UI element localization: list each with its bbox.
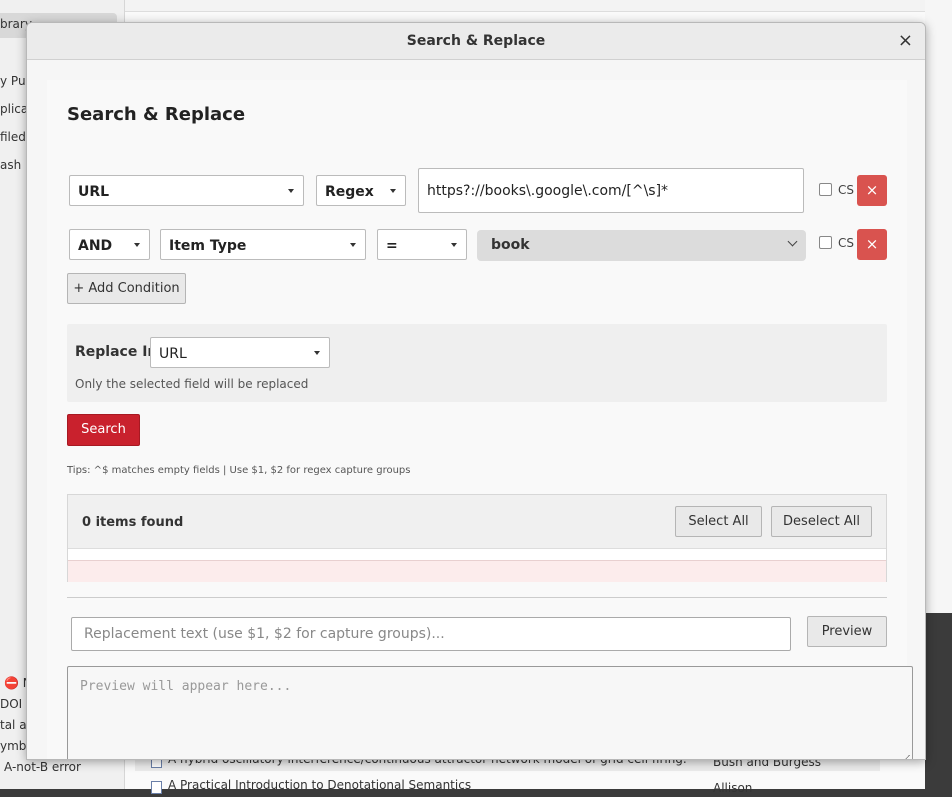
dialog-title: Search & Replace — [406, 33, 546, 49]
caret-down-icon — [451, 243, 457, 247]
checkbox-icon — [819, 236, 832, 249]
background-right-strip — [925, 0, 952, 613]
condition-2-field-select[interactable]: Item Type — [160, 229, 366, 260]
condition-2-value-select[interactable]: book — [477, 230, 806, 261]
stop-icon: ⛔ — [4, 676, 19, 690]
document-icon — [151, 781, 162, 794]
dialog-titlebar: Search & Replace × — [27, 23, 925, 60]
condition-2-logic-select[interactable]: AND — [69, 229, 150, 260]
dialog-content: Search & Replace URL Regex https?://book… — [47, 80, 913, 759]
checkbox-icon — [819, 183, 832, 196]
results-empty-row — [68, 560, 886, 582]
condition-1-field-select[interactable]: URL — [69, 175, 304, 206]
sidebar-item[interactable]: filed — [0, 130, 26, 144]
background-column-header — [125, 0, 925, 12]
table-row[interactable]: A Practical Introduction to Denotational… — [135, 775, 880, 797]
tips-text: Tips: ^$ matches empty fields | Use $1, … — [67, 465, 411, 476]
close-icon[interactable]: × — [898, 30, 913, 51]
caret-down-icon — [288, 189, 294, 193]
caret-down-icon — [314, 351, 320, 355]
caret-down-icon — [390, 189, 396, 193]
condition-2-remove-button[interactable]: × — [857, 229, 887, 260]
preview-button[interactable]: Preview — [807, 616, 887, 647]
replace-in-field-select[interactable]: URL — [150, 337, 330, 368]
replace-in-section: Replace In: URL Only the selected field … — [67, 324, 887, 402]
results-list — [68, 548, 886, 560]
results-count: 0 items found — [82, 515, 184, 530]
condition-2-operator-select[interactable]: = — [377, 229, 467, 260]
chevron-down-icon — [787, 236, 798, 247]
search-button[interactable]: Search — [67, 414, 140, 446]
preview-textarea[interactable]: Preview will appear here... — [67, 666, 913, 759]
condition-1-remove-button[interactable]: × — [857, 175, 887, 206]
sidebar-item[interactable]: plica — [0, 102, 28, 116]
condition-2-case-sensitive-checkbox[interactable]: CS — [819, 236, 854, 250]
replacement-text-input[interactable]: Replacement text (use $1, $2 for capture… — [71, 617, 791, 651]
condition-1-value-input[interactable]: https?://books\.google\.com/[^\s]* — [418, 168, 804, 213]
deselect-all-button[interactable]: Deselect All — [771, 506, 872, 537]
sidebar-item[interactable]: ash — [0, 158, 21, 172]
search-replace-dialog: Search & Replace × Search & Replace URL … — [26, 22, 926, 760]
sidebar-tag-item[interactable]: A-not-B error — [4, 760, 81, 774]
select-all-button[interactable]: Select All — [675, 506, 762, 537]
condition-1-operator-select[interactable]: Regex — [316, 175, 406, 206]
sidebar-tag-item[interactable]: DOI — [0, 697, 22, 711]
resize-grip-icon[interactable] — [900, 755, 910, 759]
condition-1-case-sensitive-checkbox[interactable]: CS — [819, 183, 854, 197]
page-title: Search & Replace — [67, 104, 246, 125]
replace-in-hint: Only the selected field will be replaced — [75, 377, 309, 391]
add-condition-button[interactable]: + Add Condition — [67, 273, 186, 304]
section-divider — [67, 597, 887, 598]
caret-down-icon — [134, 243, 140, 247]
results-panel: 0 items found Select All Deselect All — [67, 494, 887, 582]
caret-down-icon — [350, 243, 356, 247]
